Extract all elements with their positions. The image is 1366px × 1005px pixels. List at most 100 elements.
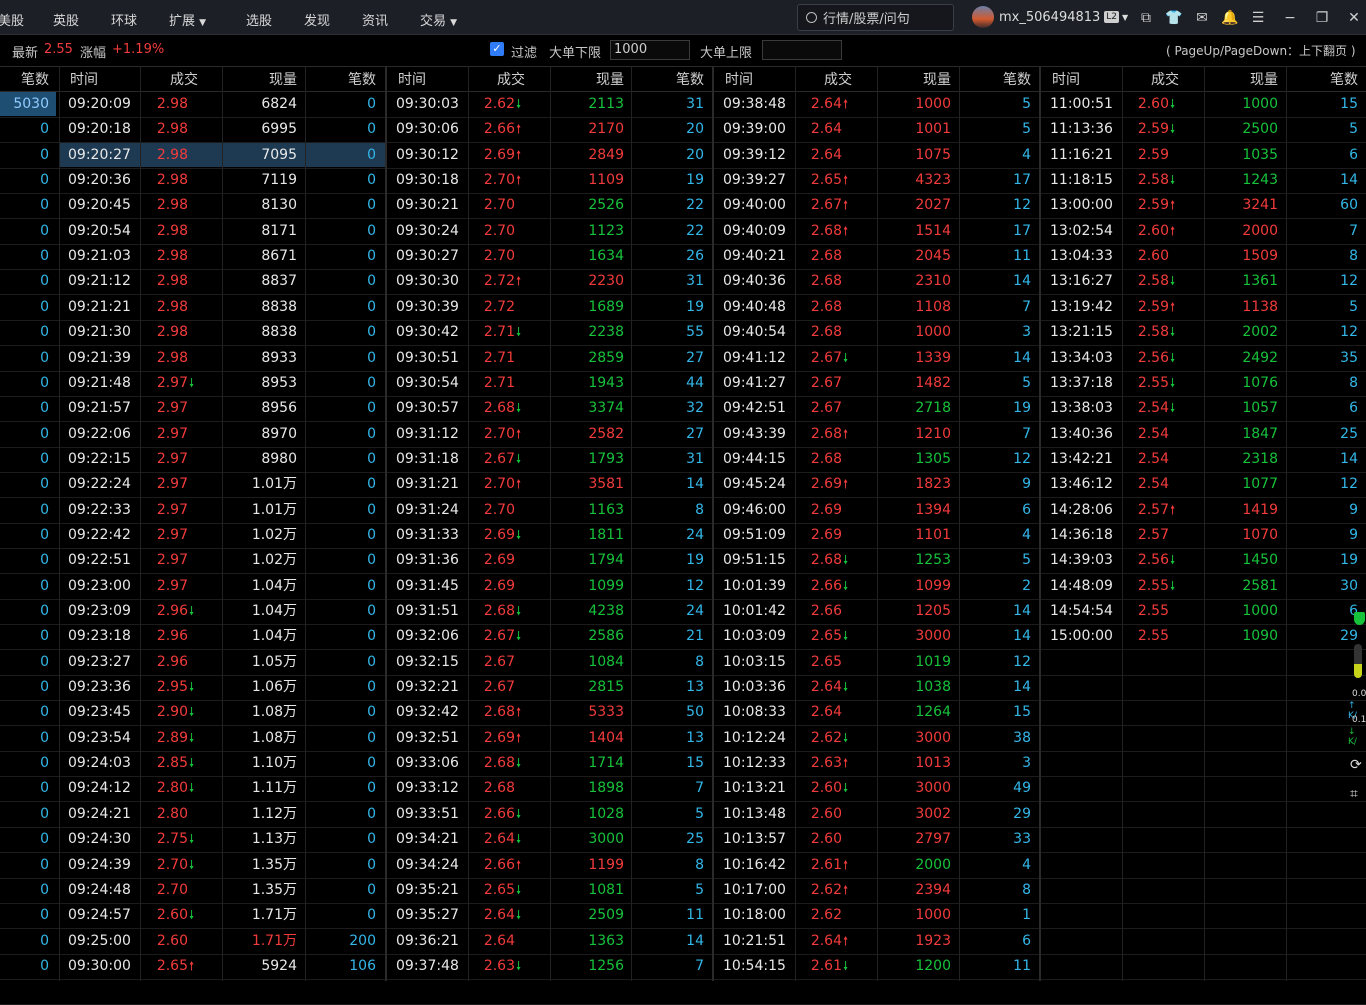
price-cell: 2.66🠗 xyxy=(484,802,525,827)
arrow-down-icon: 🠗 xyxy=(516,882,522,897)
count-cell: 0 xyxy=(367,324,376,341)
count-cell: 12 xyxy=(686,577,704,594)
time-cell: 13:04:33 xyxy=(1050,248,1113,265)
search-input[interactable]: 行情/股票/问句 xyxy=(797,4,954,31)
arrow-down-icon: 🠗 xyxy=(1170,578,1176,593)
lead-count-cell[interactable]: 0 xyxy=(40,726,49,751)
arrow-up-icon: 🠕 xyxy=(843,933,849,948)
nav-discover[interactable]: 发现 xyxy=(304,10,330,29)
time-cell: 09:31:45 xyxy=(396,577,459,594)
time-cell: 10:18:00 xyxy=(723,907,786,924)
nav-news[interactable]: 资讯 xyxy=(362,10,388,29)
time-cell: 09:38:48 xyxy=(723,96,786,112)
time-cell: 09:39:00 xyxy=(723,121,786,138)
nav-stock-picker[interactable]: 选股 xyxy=(246,10,272,29)
window-restore-icon[interactable]: ⧉ xyxy=(1137,10,1155,26)
lead-count-cell[interactable]: 0 xyxy=(40,396,49,421)
count-cell: 35 xyxy=(1340,349,1358,366)
lead-count-cell[interactable]: 0 xyxy=(40,853,49,878)
lead-count-cell[interactable]: 0 xyxy=(40,269,49,294)
side-widget[interactable]: 0.0 ↑ K/ 0.1 ↓ K/ ⟳ ⌗ xyxy=(1342,600,1366,820)
lead-count-cell[interactable]: 0 xyxy=(40,472,49,497)
shirt-icon[interactable]: 👕 xyxy=(1165,10,1183,26)
lead-count-cell[interactable]: 0 xyxy=(40,700,49,725)
volume-cell: 3000 xyxy=(915,780,951,797)
lower-limit-input[interactable]: 1000 xyxy=(610,40,690,60)
lead-count-cell[interactable]: 0 xyxy=(40,219,49,244)
lead-count-cell[interactable]: 0 xyxy=(40,244,49,269)
bell-icon[interactable]: 🔔 xyxy=(1221,10,1239,26)
nav-us-stocks[interactable]: 美股 xyxy=(0,10,24,29)
minimize-icon[interactable]: − xyxy=(1281,10,1299,26)
volume-cell: 8970 xyxy=(261,425,297,442)
lead-count-cell[interactable]: 0 xyxy=(40,954,49,979)
arrow-down-icon: 🠗 xyxy=(1170,97,1176,111)
menu-icon[interactable]: ☰ xyxy=(1249,10,1267,26)
price-value: 2.68 xyxy=(810,273,842,290)
count-cell: 31 xyxy=(686,273,704,290)
lead-count-cell[interactable]: 0 xyxy=(40,143,49,168)
nav-uk-stocks[interactable]: 英股 xyxy=(53,10,79,29)
close-icon[interactable]: ✕ xyxy=(1345,10,1363,26)
lead-count-cell[interactable]: 0 xyxy=(40,675,49,700)
side-rate-2: ↓ K/ xyxy=(1348,727,1357,747)
lead-count-cell[interactable]: 0 xyxy=(40,193,49,218)
volume-cell: 8933 xyxy=(261,349,297,366)
arrow-down-icon: 🠗 xyxy=(189,756,195,771)
lead-count-cell[interactable]: 0 xyxy=(40,751,49,776)
lead-count-cell[interactable]: 0 xyxy=(40,650,49,675)
nav-trade[interactable]: 交易 ▼ xyxy=(420,10,457,29)
lead-count-cell[interactable]: 0 xyxy=(40,548,49,573)
lead-count-cell[interactable]: 5030 xyxy=(13,92,49,117)
lead-count-cell[interactable]: 0 xyxy=(40,523,49,548)
maximize-icon[interactable]: ❐ xyxy=(1313,10,1331,26)
lead-count-cell[interactable]: 0 xyxy=(40,903,49,928)
lead-count-cell[interactable]: 0 xyxy=(40,295,49,320)
refresh-icon[interactable]: ⟳ xyxy=(1350,757,1362,773)
volume-cell: 8837 xyxy=(261,273,297,290)
volume-cell: 1013 xyxy=(915,755,951,772)
count-cell: 8 xyxy=(695,653,704,670)
lead-count-cell[interactable]: 0 xyxy=(40,574,49,599)
price-value: 2.68 xyxy=(810,222,842,239)
time-cell: 09:23:18 xyxy=(68,628,131,645)
lead-count-cell[interactable]: 0 xyxy=(40,802,49,827)
lead-count-cell[interactable]: 0 xyxy=(40,168,49,193)
user-menu[interactable]: mx_506494813 L2 ▼ xyxy=(972,6,1128,28)
price-cell: 2.97 xyxy=(157,396,198,421)
lead-count-cell[interactable]: 0 xyxy=(40,929,49,954)
lead-count-cell[interactable]: 0 xyxy=(40,447,49,472)
lead-count-cell[interactable]: 0 xyxy=(40,346,49,371)
search-placeholder: 行情/股票/问句 xyxy=(823,12,910,27)
lead-count-cell[interactable]: 0 xyxy=(40,117,49,142)
volume-cell: 3000 xyxy=(915,628,951,645)
upper-limit-input[interactable] xyxy=(762,40,842,60)
lead-count-cell[interactable]: 0 xyxy=(40,498,49,523)
mail-icon[interactable]: ✉ xyxy=(1193,10,1211,26)
price-value: 2.55 xyxy=(1137,628,1169,645)
time-cell: 10:12:24 xyxy=(723,729,786,746)
price-cell: 2.64🠗 xyxy=(484,903,525,928)
lead-count-cell[interactable]: 0 xyxy=(40,776,49,801)
nav-extend[interactable]: 扩展 ▼ xyxy=(169,10,206,29)
lead-count-cell[interactable]: 0 xyxy=(40,827,49,852)
count-cell: 31 xyxy=(686,96,704,112)
price-value: 2.67 xyxy=(810,400,842,417)
price-value: 2.97 xyxy=(156,526,188,543)
count-cell: 9 xyxy=(1349,526,1358,543)
lead-count-cell[interactable]: 0 xyxy=(40,320,49,345)
nav-global[interactable]: 环球 xyxy=(111,10,137,29)
volume-cell: 1.06万 xyxy=(251,679,297,696)
lead-count-cell[interactable]: 0 xyxy=(40,371,49,396)
lead-count-cell[interactable]: 0 xyxy=(40,878,49,903)
filter-checkbox[interactable]: ✓ xyxy=(490,42,504,56)
crop-icon[interactable]: ⌗ xyxy=(1350,786,1358,802)
price-cell: 2.56🠗 xyxy=(1138,548,1179,573)
count-cell: 7 xyxy=(1022,425,1031,442)
lead-count-cell[interactable]: 0 xyxy=(40,624,49,649)
count-cell: 0 xyxy=(367,400,376,417)
price-cell: 2.67 xyxy=(811,396,852,421)
header-price: 成交 xyxy=(497,72,525,88)
lead-count-cell[interactable]: 0 xyxy=(40,599,49,624)
lead-count-cell[interactable]: 0 xyxy=(40,422,49,447)
